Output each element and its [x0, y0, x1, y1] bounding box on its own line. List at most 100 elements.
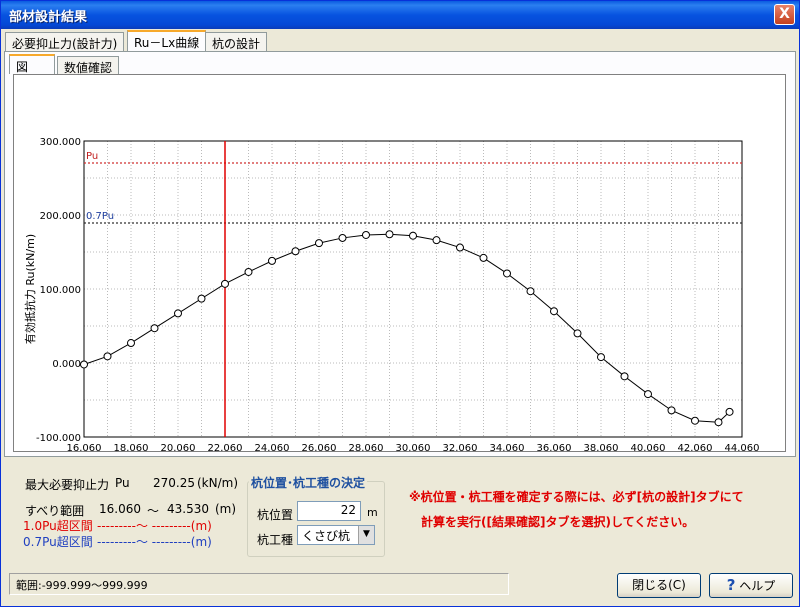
data-point: [456, 243, 464, 252]
pu-value: 270.25: [153, 476, 195, 490]
ru-lx-chart: 16.060 18.060 20.060 22.060 24.060 26.060 28.0…: [23, 137, 760, 451]
x-tick-label: 20.060: [161, 443, 196, 451]
sub-tabs: 図 数値確認: [9, 54, 209, 75]
help-icon: ?: [726, 576, 736, 594]
data-point: [644, 390, 652, 399]
pile-group-title: 杭位置･杭工種の決定: [249, 474, 368, 491]
x-tick-label: 16.060: [67, 443, 102, 451]
window-title: 部材設計結果: [9, 10, 88, 25]
tab-label: 図: [16, 60, 29, 74]
tab-label: Ru－Lx曲線: [134, 36, 200, 50]
pu07-range: ---------～ ---------(m): [97, 535, 212, 549]
data-point: [725, 407, 734, 416]
pu-symbol: Pu: [115, 476, 130, 490]
data-point: [221, 279, 229, 288]
tab-panel: 図 数値確認 16.060 18.060 20.060 22.060 24.060 26.…: [4, 51, 796, 457]
pu07-label: 0.7Pu超区間: [23, 535, 93, 549]
y-tick-label: 0.000: [52, 359, 81, 370]
pile-position-label: 杭位置: [257, 508, 294, 522]
ru-curve: [83, 233, 730, 423]
data-point: [338, 233, 347, 242]
x-tick-label: 36.060: [537, 443, 572, 451]
pile-position-input[interactable]: 22: [297, 501, 361, 521]
y-tick-label: -100.000: [36, 433, 81, 444]
close-window-button[interactable]: X: [774, 4, 795, 25]
x-tick-label: 38.060: [584, 443, 619, 451]
data-point: [291, 247, 300, 256]
x-tick-label: 18.060: [114, 443, 149, 451]
data-point: [362, 230, 370, 239]
notice-line-2: 計算を実行([結果確認]タブを選択)してください。: [421, 515, 695, 529]
slide-start: 16.060: [99, 502, 141, 516]
slide-unit: (m): [215, 502, 237, 516]
data-point: [691, 416, 699, 425]
data-point: [268, 256, 276, 265]
data-point: [80, 360, 88, 369]
data-point: [620, 372, 629, 381]
slide-end: 43.530: [167, 502, 209, 516]
data-point: [573, 329, 582, 338]
data-point: [127, 339, 135, 348]
pu10-range: ---------～ ---------(m): [97, 519, 212, 533]
data-point: [503, 269, 511, 278]
data-point: [244, 267, 253, 276]
pile-position-unit: m: [367, 506, 378, 519]
notice-line-1: ※杭位置・杭工種を確定する際には、必ず[杭の設計]タブにて: [409, 490, 744, 504]
dialog-window: 部材設計結果 X 必要抑止力(設計力) Ru－Lx曲線 杭の設計 図 数値確認 …: [0, 0, 800, 607]
x-tick-label: 42.060: [678, 443, 713, 451]
tab-label: 杭の設計: [212, 37, 261, 51]
data-point: [550, 307, 558, 316]
pile-type-value: くさび杭: [302, 529, 351, 543]
pile-type-label: 杭工種: [257, 533, 294, 547]
max-force-label: 最大必要抑止力: [25, 478, 110, 492]
data-point: [526, 287, 535, 296]
data-point: [150, 324, 159, 333]
chevron-down-icon[interactable]: ▼: [358, 526, 374, 544]
reference-line-label: Pu: [86, 151, 98, 162]
data-point: [597, 353, 605, 362]
data-point: [197, 294, 206, 303]
close-icon: X: [779, 6, 790, 22]
tab-pile-design[interactable]: 杭の設計: [205, 32, 268, 51]
data-point: [667, 406, 676, 415]
data-point: [315, 239, 323, 248]
data-point: [714, 418, 723, 427]
pile-type-select[interactable]: くさび杭 ▼: [297, 525, 375, 545]
x-tick-label: 24.060: [255, 443, 290, 451]
y-tick-label: 100.000: [40, 285, 81, 296]
x-tick-label: 22.060: [208, 443, 243, 451]
pu10-label: 1.0Pu超区間: [23, 519, 93, 533]
data-point: [174, 309, 182, 318]
title-bar[interactable]: 部材設計結果 X: [1, 1, 799, 29]
tab-figure[interactable]: 図: [9, 54, 55, 74]
y-axis-label: 有効抵抗力 Ru(kN/m): [23, 234, 37, 344]
x-tick-label: 26.060: [302, 443, 337, 451]
tab-value-check[interactable]: 数値確認: [57, 56, 120, 75]
data-point: [479, 253, 488, 262]
reference-line-label: 0.7Pu: [86, 211, 114, 222]
status-range: 範囲:-999.999～999.999: [9, 573, 509, 595]
y-tick-label: 300.000: [40, 137, 81, 148]
x-tick-label: 32.060: [443, 443, 478, 451]
x-tick-label: 44.060: [725, 443, 760, 451]
pu-unit: (kN/m): [197, 476, 239, 490]
x-tick-label: 30.060: [396, 443, 431, 451]
tab-label: 必要抑止力(設計力): [12, 37, 118, 51]
close-button-label: 閉じる(C): [632, 578, 686, 592]
chart-area: 16.060 18.060 20.060 22.060 24.060 26.060 28.0…: [13, 74, 786, 452]
data-point: [385, 230, 394, 239]
x-tick-label: 40.060: [631, 443, 666, 451]
tab-label: 数値確認: [64, 61, 113, 75]
x-tick-label: 28.060: [349, 443, 384, 451]
data-point: [103, 352, 112, 361]
help-button-label: ヘルプ: [739, 579, 776, 593]
status-range-text: 範囲:-999.999～999.999: [16, 579, 148, 592]
tab-ru-lx-curve[interactable]: Ru－Lx曲線: [127, 30, 207, 51]
pile-position-value: 22: [340, 503, 356, 517]
close-button[interactable]: 閉じる(C): [617, 573, 701, 598]
tab-required-force[interactable]: 必要抑止力(設計力): [5, 32, 125, 51]
y-tick-label: 200.000: [40, 211, 81, 222]
help-button[interactable]: ? ヘルプ: [709, 573, 793, 598]
x-tick-label: 34.060: [490, 443, 525, 451]
data-point: [432, 236, 441, 245]
